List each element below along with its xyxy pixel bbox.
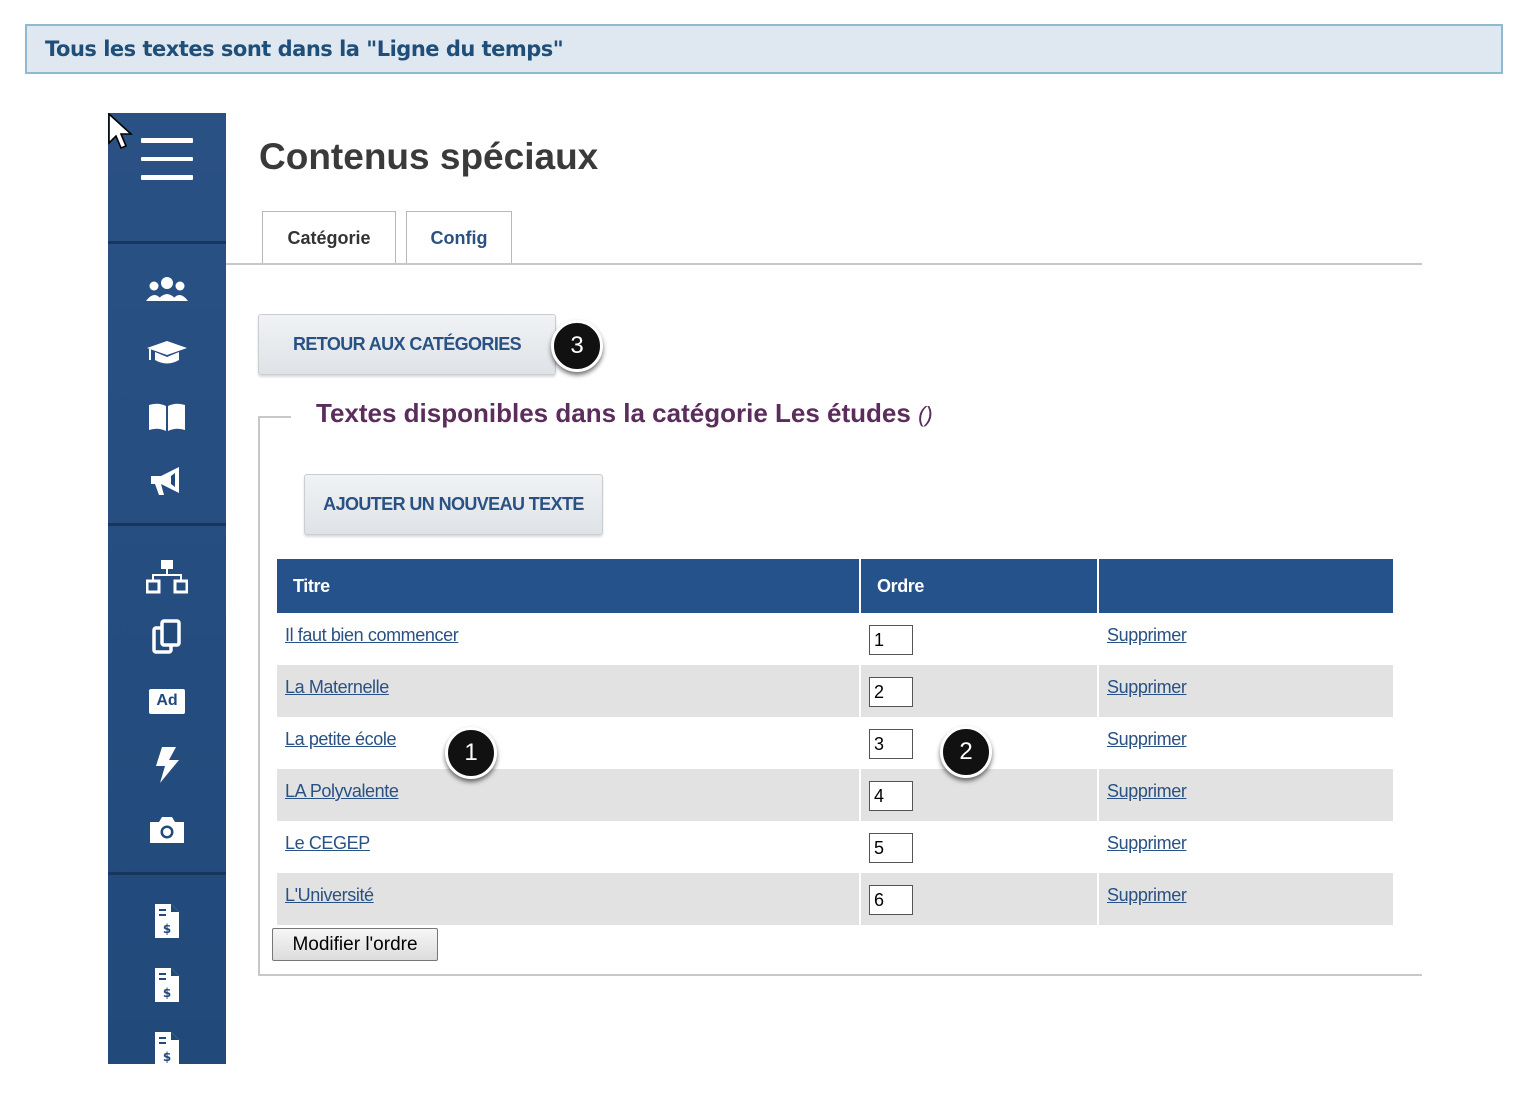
sidebar-separator	[108, 241, 226, 244]
delete-link[interactable]: Supprimer	[1107, 833, 1187, 854]
order-input[interactable]	[869, 781, 913, 811]
invoice-icon[interactable]: $	[108, 901, 226, 941]
table-row: La Maternelle Supprimer	[277, 665, 1393, 717]
title-cell: Il faut bien commencer	[277, 613, 859, 665]
fieldset-border	[258, 974, 1422, 976]
fieldset-border	[258, 416, 291, 418]
tab-config[interactable]: Config	[406, 211, 512, 264]
sitemap-icon[interactable]	[108, 557, 226, 597]
title-cell: La Maternelle	[277, 665, 859, 717]
callout-badge-1: 1	[445, 727, 497, 779]
table-row: Il faut bien commencer Supprimer	[277, 613, 1393, 665]
delete-link[interactable]: Supprimer	[1107, 677, 1187, 698]
text-title-link[interactable]: La petite école	[285, 729, 396, 750]
order-cell	[861, 613, 1097, 665]
order-input[interactable]	[869, 677, 913, 707]
order-cell	[861, 873, 1097, 925]
svg-text:$: $	[163, 986, 171, 1000]
return-to-categories-button[interactable]: RETOUR AUX CATÉGORIES	[258, 314, 556, 375]
modify-order-button[interactable]: Modifier l'ordre	[272, 928, 438, 961]
callout-badge-2: 2	[940, 726, 992, 778]
order-input[interactable]	[869, 885, 913, 915]
sidebar-separator	[108, 523, 226, 526]
table-row: Le CEGEP Supprimer	[277, 821, 1393, 873]
section-count: ()	[918, 402, 933, 427]
banner-text: Tous les textes sont dans la "Ligne du t…	[45, 37, 564, 61]
camera-icon[interactable]	[108, 810, 226, 850]
order-cell	[861, 769, 1097, 821]
mouse-cursor-icon	[108, 113, 134, 150]
order-cell	[861, 665, 1097, 717]
text-title-link[interactable]: La Maternelle	[285, 677, 389, 698]
svg-text:$: $	[163, 1050, 171, 1064]
megaphone-icon[interactable]	[108, 461, 226, 501]
ad-label: Ad	[149, 688, 185, 714]
section-legend-text: Textes disponibles dans la catégorie Les…	[316, 398, 911, 428]
title-cell: L'Université	[277, 873, 859, 925]
info-banner: Tous les textes sont dans la "Ligne du t…	[25, 24, 1503, 74]
order-input[interactable]	[869, 729, 913, 759]
delete-link[interactable]: Supprimer	[1107, 729, 1187, 750]
bolt-icon[interactable]	[108, 745, 226, 785]
graduation-cap-icon[interactable]	[108, 333, 226, 373]
column-header-titre: Titre	[277, 559, 859, 613]
section-legend: Textes disponibles dans la catégorie Les…	[316, 398, 933, 429]
action-cell: Supprimer	[1099, 717, 1393, 769]
texts-table: Titre Ordre Il faut bien commencer Suppr…	[275, 559, 1395, 925]
action-cell: Supprimer	[1099, 613, 1393, 665]
book-icon[interactable]	[108, 397, 226, 437]
copy-icon[interactable]	[108, 617, 226, 657]
text-title-link[interactable]: LA Polyvalente	[285, 781, 399, 802]
tab-categorie[interactable]: Catégorie	[262, 211, 396, 264]
invoice-icon[interactable]: $	[108, 965, 226, 1005]
tabs-divider	[226, 263, 1422, 265]
order-cell	[861, 821, 1097, 873]
action-cell: Supprimer	[1099, 873, 1393, 925]
delete-link[interactable]: Supprimer	[1107, 885, 1187, 906]
column-header-actions	[1099, 559, 1393, 613]
page-title: Contenus spéciaux	[259, 136, 599, 177]
invoice-icon[interactable]: $	[108, 1029, 226, 1064]
order-input[interactable]	[869, 625, 913, 655]
action-cell: Supprimer	[1099, 665, 1393, 717]
text-title-link[interactable]: L'Université	[285, 885, 374, 906]
delete-link[interactable]: Supprimer	[1107, 781, 1187, 802]
action-cell: Supprimer	[1099, 821, 1393, 873]
svg-text:$: $	[163, 922, 171, 936]
table-row: L'Université Supprimer	[277, 873, 1393, 925]
table-row: La petite école Supprimer	[277, 717, 1393, 769]
order-input[interactable]	[869, 833, 913, 863]
title-cell: Le CEGEP	[277, 821, 859, 873]
ad-icon[interactable]: Ad	[108, 681, 226, 721]
action-cell: Supprimer	[1099, 769, 1393, 821]
users-icon[interactable]	[108, 270, 226, 310]
sidebar-separator	[108, 872, 226, 875]
callout-badge-3: 3	[551, 320, 603, 372]
delete-link[interactable]: Supprimer	[1107, 625, 1187, 646]
sidebar: Ad $ $ $	[108, 113, 226, 1064]
title-cell: La petite école	[277, 717, 859, 769]
table-header-row: Titre Ordre	[277, 559, 1393, 613]
title-cell: LA Polyvalente	[277, 769, 859, 821]
fieldset-border	[258, 416, 260, 976]
table-row: LA Polyvalente Supprimer	[277, 769, 1393, 821]
column-header-ordre: Ordre	[861, 559, 1097, 613]
add-new-text-button[interactable]: AJOUTER UN NOUVEAU TEXTE	[304, 474, 603, 535]
text-title-link[interactable]: Il faut bien commencer	[285, 625, 459, 646]
text-title-link[interactable]: Le CEGEP	[285, 833, 370, 854]
